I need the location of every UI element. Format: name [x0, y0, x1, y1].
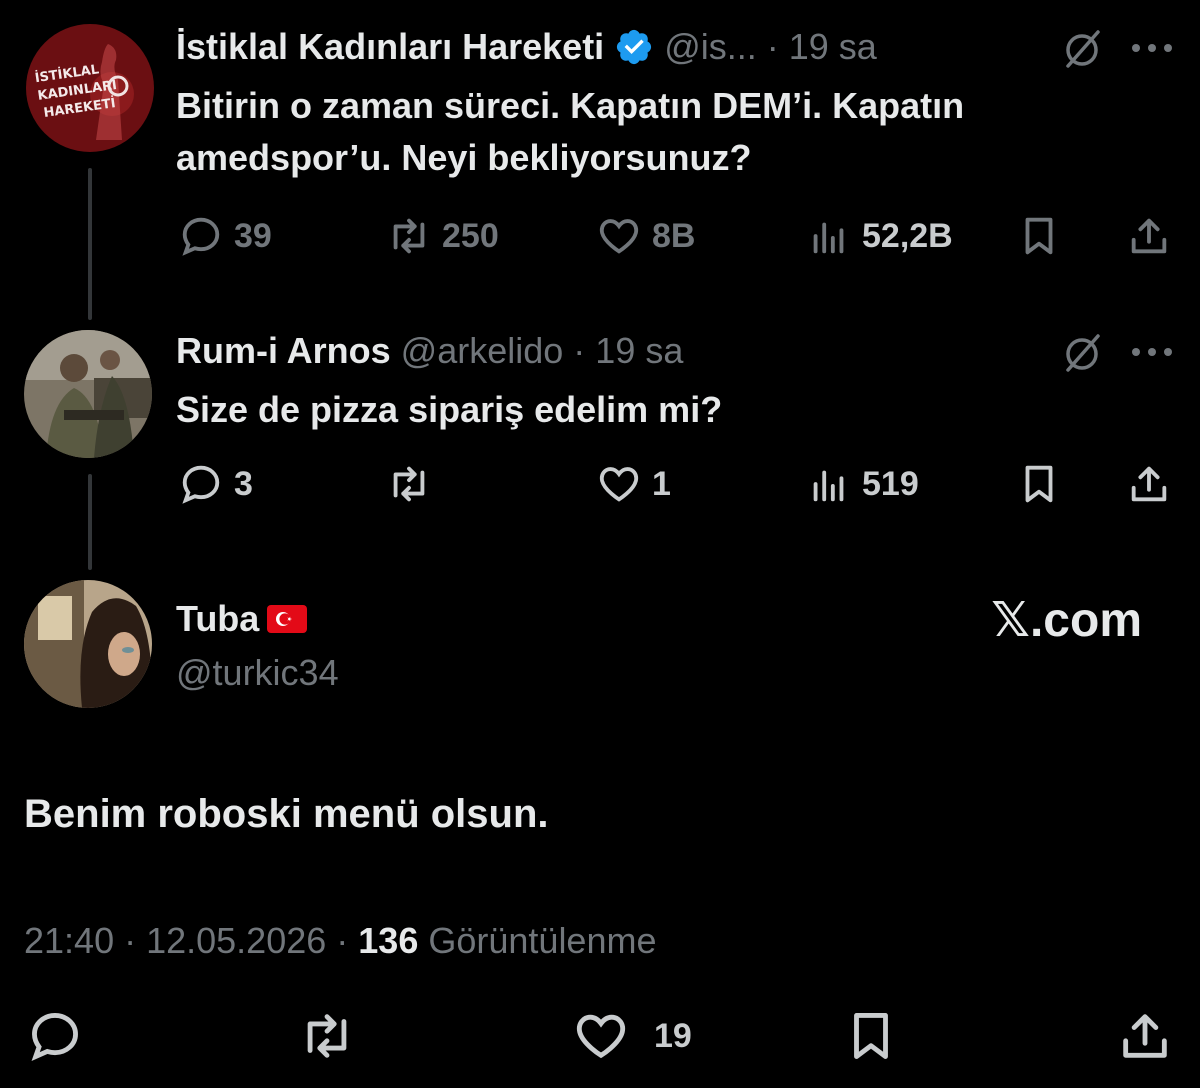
- heart-icon: [599, 219, 639, 254]
- reply-icon: [182, 217, 220, 256]
- reply-button[interactable]: [26, 1004, 84, 1068]
- views-icon: [813, 222, 844, 254]
- share-icon: [1131, 466, 1167, 502]
- tweet-2-actions: 3 1 519: [0, 454, 1200, 514]
- views-count: 52,2B: [862, 216, 953, 255]
- views-button[interactable]: 519: [806, 454, 919, 514]
- main-tweet-meta: 21:40 · 12.05.2026 · 136 Görüntülenme: [24, 916, 657, 966]
- tweet-date[interactable]: 12.05.2026: [146, 920, 326, 962]
- share-button[interactable]: [1116, 1004, 1174, 1068]
- tweet-1-text: Bitirin o zaman süreci. Kapatın DEM’i. K…: [176, 80, 1176, 184]
- views-icon: [813, 470, 844, 502]
- tweet-1-text-line-2: amedspor’u. Neyi bekliyorsunuz?: [176, 137, 752, 178]
- tweet-time[interactable]: 19 sa: [789, 26, 877, 68]
- tweet-time[interactable]: 19 sa: [595, 330, 683, 372]
- bookmark-icon: [854, 1013, 888, 1059]
- main-tweet-actions: 19: [0, 1004, 1200, 1068]
- reply-count: 39: [234, 216, 272, 255]
- share-button[interactable]: [1126, 206, 1172, 266]
- repost-button[interactable]: 250: [386, 206, 499, 266]
- repost-icon: [307, 1014, 347, 1058]
- avatar-tuba[interactable]: [24, 580, 152, 708]
- more-options-icon[interactable]: [1128, 28, 1176, 68]
- reply-count: 3: [234, 464, 253, 503]
- tweet-2-header: Rum-i Arnos @arkelido · 19 sa: [176, 326, 683, 376]
- share-button[interactable]: [1126, 454, 1172, 514]
- more-options-icon[interactable]: [1128, 332, 1176, 372]
- like-button[interactable]: 8B: [596, 206, 695, 266]
- separator-dot: ·: [124, 920, 137, 961]
- repost-icon: [393, 218, 425, 254]
- bookmark-button[interactable]: [1016, 206, 1062, 266]
- reply-button[interactable]: 39: [178, 206, 272, 266]
- turkey-flag-icon: [267, 605, 308, 633]
- avatar-istiklal[interactable]: İSTİKLAL KADINLARI HAREKETİ: [26, 24, 154, 152]
- reply-button[interactable]: 3: [178, 454, 253, 514]
- repost-button[interactable]: [386, 454, 442, 514]
- tweet-1-text-line-1: Bitirin o zaman süreci. Kapatın DEM’i. K…: [176, 85, 965, 126]
- author-handle[interactable]: @is...: [664, 26, 757, 68]
- avatar-rumi-arnos[interactable]: [24, 330, 152, 458]
- views-button[interactable]: 52,2B: [806, 206, 953, 266]
- tweet-1-header: İstiklal Kadınları Hareketi @is... · 19 …: [176, 22, 877, 72]
- bookmark-icon: [1025, 465, 1053, 503]
- author-name[interactable]: Rum-i Arnos: [176, 330, 391, 372]
- views-count: 136: [358, 920, 419, 961]
- like-count: 8B: [652, 216, 696, 255]
- like-count: 1: [652, 464, 671, 503]
- x-com-watermark: 𝕏.com: [991, 594, 1142, 647]
- separator-dot: ·: [573, 330, 586, 371]
- main-author-name-row: Tuba: [176, 594, 308, 644]
- bookmark-icon: [1025, 217, 1053, 255]
- tweet-2-text: Size de pizza sipariş edelim mi?: [176, 389, 723, 430]
- grok-icon[interactable]: [1058, 328, 1106, 376]
- bookmark-button[interactable]: [1016, 454, 1062, 514]
- views-count: 519: [862, 464, 919, 503]
- reply-icon: [31, 1013, 78, 1061]
- author-handle[interactable]: @arkelido: [401, 330, 564, 372]
- tweet-1-actions: 39 250 8B 52,2B: [0, 206, 1200, 266]
- share-icon: [1131, 218, 1167, 254]
- heart-icon: [576, 1014, 626, 1059]
- like-button[interactable]: 1: [596, 454, 671, 514]
- repost-icon: [393, 466, 425, 502]
- bookmark-button[interactable]: [842, 1004, 900, 1068]
- reply-icon: [182, 465, 220, 504]
- separator-dot: ·: [336, 920, 349, 961]
- share-icon: [1123, 1014, 1167, 1058]
- main-tweet-text: Benim roboski menü olsun.: [24, 792, 549, 836]
- repost-button[interactable]: [298, 1004, 356, 1068]
- like-button[interactable]: 19: [572, 1004, 692, 1068]
- tweet-time[interactable]: 21:40: [24, 920, 114, 962]
- heart-icon: [599, 467, 639, 502]
- views-label: Görüntülenme: [428, 920, 657, 961]
- separator-dot: ·: [766, 26, 779, 67]
- author-name[interactable]: İstiklal Kadınları Hareketi: [176, 26, 604, 68]
- repost-count: 250: [442, 216, 499, 255]
- author-name[interactable]: Tuba: [176, 598, 259, 640]
- author-handle[interactable]: @turkic34: [176, 648, 339, 698]
- verified-badge-icon: [617, 29, 652, 65]
- like-count: 19: [654, 1016, 692, 1055]
- grok-icon[interactable]: [1058, 24, 1106, 72]
